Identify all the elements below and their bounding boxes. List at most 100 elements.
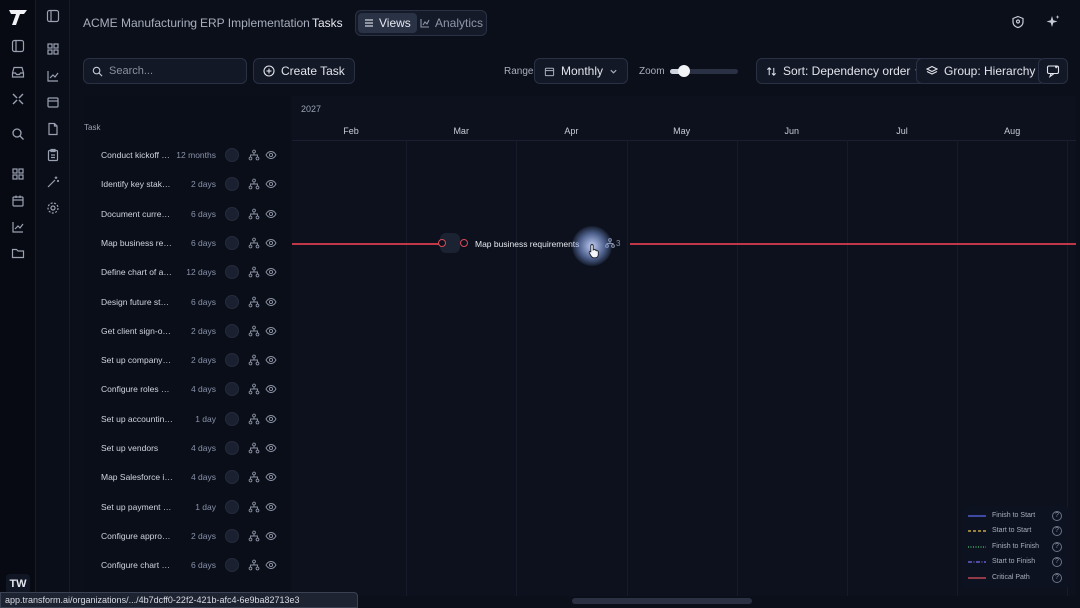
eye-icon[interactable] <box>265 208 277 220</box>
task-status-indicator[interactable] <box>225 206 239 221</box>
magic-wand-icon[interactable] <box>44 173 62 191</box>
eye-icon[interactable] <box>265 325 277 337</box>
eye-icon[interactable] <box>265 442 277 454</box>
calendar-icon[interactable] <box>44 93 62 111</box>
task-name[interactable]: Map business requirements <box>101 238 173 248</box>
task-name[interactable]: Set up company information <box>101 355 173 365</box>
document-icon[interactable] <box>44 120 62 138</box>
analytics-tab[interactable]: Analytics <box>414 13 489 33</box>
task-row[interactable]: Define chart of accounts 12 days <box>84 258 290 287</box>
task-name[interactable]: Configure chart of accounts <box>101 560 173 570</box>
hierarchy-icon[interactable] <box>248 354 260 366</box>
task-name[interactable]: Get client sign-off on design <box>101 326 173 336</box>
hierarchy-icon[interactable] <box>248 471 260 483</box>
task-status-indicator[interactable] <box>225 265 239 280</box>
task-row[interactable]: Set up company information 2 days <box>84 346 290 375</box>
task-name[interactable]: Map Salesforce integration <box>101 472 173 482</box>
dependency-handle-right[interactable] <box>460 239 468 247</box>
panel-toggle-icon[interactable] <box>44 7 62 25</box>
help-icon[interactable]: ? <box>1052 526 1062 537</box>
task-status-indicator[interactable] <box>225 294 239 309</box>
search-box[interactable] <box>83 58 247 84</box>
task-status-indicator[interactable] <box>225 148 239 162</box>
task-row[interactable]: Conduct kickoff meeting12 months <box>84 141 290 170</box>
create-task-button[interactable]: Create Task <box>253 58 355 84</box>
task-name[interactable]: Design future state processes <box>101 297 173 307</box>
eye-icon[interactable] <box>265 149 277 161</box>
hierarchy-icon[interactable] <box>248 413 260 425</box>
feedback-button[interactable] <box>1038 58 1068 84</box>
sidebar-toggle-icon[interactable] <box>9 37 27 55</box>
inbox-icon[interactable] <box>9 63 27 81</box>
app-logo-icon[interactable] <box>7 6 29 28</box>
task-row[interactable]: Identify key stakeholders 2 days <box>84 170 290 199</box>
folder-icon[interactable] <box>9 244 27 262</box>
task-name[interactable]: Configure roles and permissions <box>101 384 173 394</box>
hierarchy-icon[interactable] <box>248 237 260 249</box>
task-status-indicator[interactable] <box>225 528 239 543</box>
help-icon[interactable]: ? <box>1052 541 1062 552</box>
task-status-indicator[interactable] <box>225 499 239 514</box>
eye-icon[interactable] <box>265 266 277 278</box>
task-name[interactable]: Document current processes <box>101 209 173 219</box>
hierarchy-icon[interactable] <box>248 325 260 337</box>
dependency-handle-left[interactable] <box>438 239 446 247</box>
eye-icon[interactable] <box>265 296 277 308</box>
eye-icon[interactable] <box>265 413 277 425</box>
chart-icon[interactable] <box>9 218 27 236</box>
task-row[interactable]: Document current processes 6 days <box>84 200 290 229</box>
task-row[interactable]: Set up payment terms 1 day <box>84 493 290 522</box>
search-icon[interactable] <box>9 125 27 143</box>
eye-icon[interactable] <box>265 383 277 395</box>
eye-icon[interactable] <box>265 178 277 190</box>
task-row[interactable]: Configure chart of accounts 6 days <box>84 551 290 580</box>
range-select[interactable]: Monthly <box>534 58 628 84</box>
task-status-indicator[interactable] <box>225 235 239 250</box>
hierarchy-icon[interactable] <box>248 208 260 220</box>
hierarchy-icon[interactable] <box>248 442 260 454</box>
calendar-icon[interactable] <box>9 192 27 210</box>
gantt-bar-label[interactable]: Map business requirements <box>475 239 579 249</box>
task-name[interactable]: Set up payment terms <box>101 502 173 512</box>
task-row[interactable]: Map Salesforce integration 4 days <box>84 463 290 492</box>
zoom-slider-thumb[interactable] <box>677 65 690 77</box>
hierarchy-icon[interactable] <box>248 383 260 395</box>
eye-icon[interactable] <box>265 354 277 366</box>
task-row[interactable]: Configure roles and permissions 4 days <box>84 375 290 404</box>
breadcrumb-org[interactable]: ACME Manufacturing <box>83 16 197 30</box>
task-row[interactable]: Map business requirements 6 days <box>84 229 290 258</box>
search-input[interactable] <box>109 65 229 77</box>
eye-icon[interactable] <box>265 559 277 571</box>
task-row[interactable]: Set up accounting periods 1 day <box>84 405 290 434</box>
horizontal-scrollbar[interactable] <box>572 598 752 604</box>
task-row[interactable]: Get client sign-off on design 2 days <box>84 317 290 346</box>
hierarchy-icon[interactable] <box>248 559 260 571</box>
grid-icon[interactable] <box>44 40 62 58</box>
task-name[interactable]: Set up vendors <box>101 443 173 453</box>
task-status-indicator[interactable] <box>225 353 239 368</box>
zoom-slider[interactable] <box>670 65 738 77</box>
task-name[interactable]: Conduct kickoff meeting <box>101 150 173 160</box>
hierarchy-icon[interactable] <box>248 296 260 308</box>
settings-icon[interactable] <box>44 199 62 217</box>
breadcrumb-project[interactable]: ERP Implementation <box>200 16 310 30</box>
task-name[interactable]: Define chart of accounts <box>101 267 173 277</box>
task-name[interactable]: Identify key stakeholders <box>101 179 173 189</box>
eye-icon[interactable] <box>265 501 277 513</box>
task-name[interactable]: Set up accounting periods <box>101 414 173 424</box>
hierarchy-icon[interactable] <box>248 266 260 278</box>
hierarchy-icon[interactable] <box>248 178 260 190</box>
task-status-indicator[interactable] <box>225 441 239 455</box>
integrations-icon[interactable] <box>9 90 27 108</box>
help-icon[interactable]: ? <box>1052 557 1062 568</box>
task-column-header[interactable]: Task <box>84 123 100 132</box>
sparkle-icon[interactable] <box>1044 13 1062 31</box>
help-icon[interactable]: ? <box>1052 511 1062 521</box>
task-status-indicator[interactable] <box>225 470 239 485</box>
clipboard-icon[interactable] <box>44 146 62 164</box>
help-icon[interactable]: ? <box>1052 572 1062 583</box>
task-row[interactable]: Design future state processes 6 days <box>84 288 290 317</box>
avatar[interactable]: TW <box>6 574 30 594</box>
task-status-indicator[interactable] <box>225 382 239 397</box>
eye-icon[interactable] <box>265 471 277 483</box>
